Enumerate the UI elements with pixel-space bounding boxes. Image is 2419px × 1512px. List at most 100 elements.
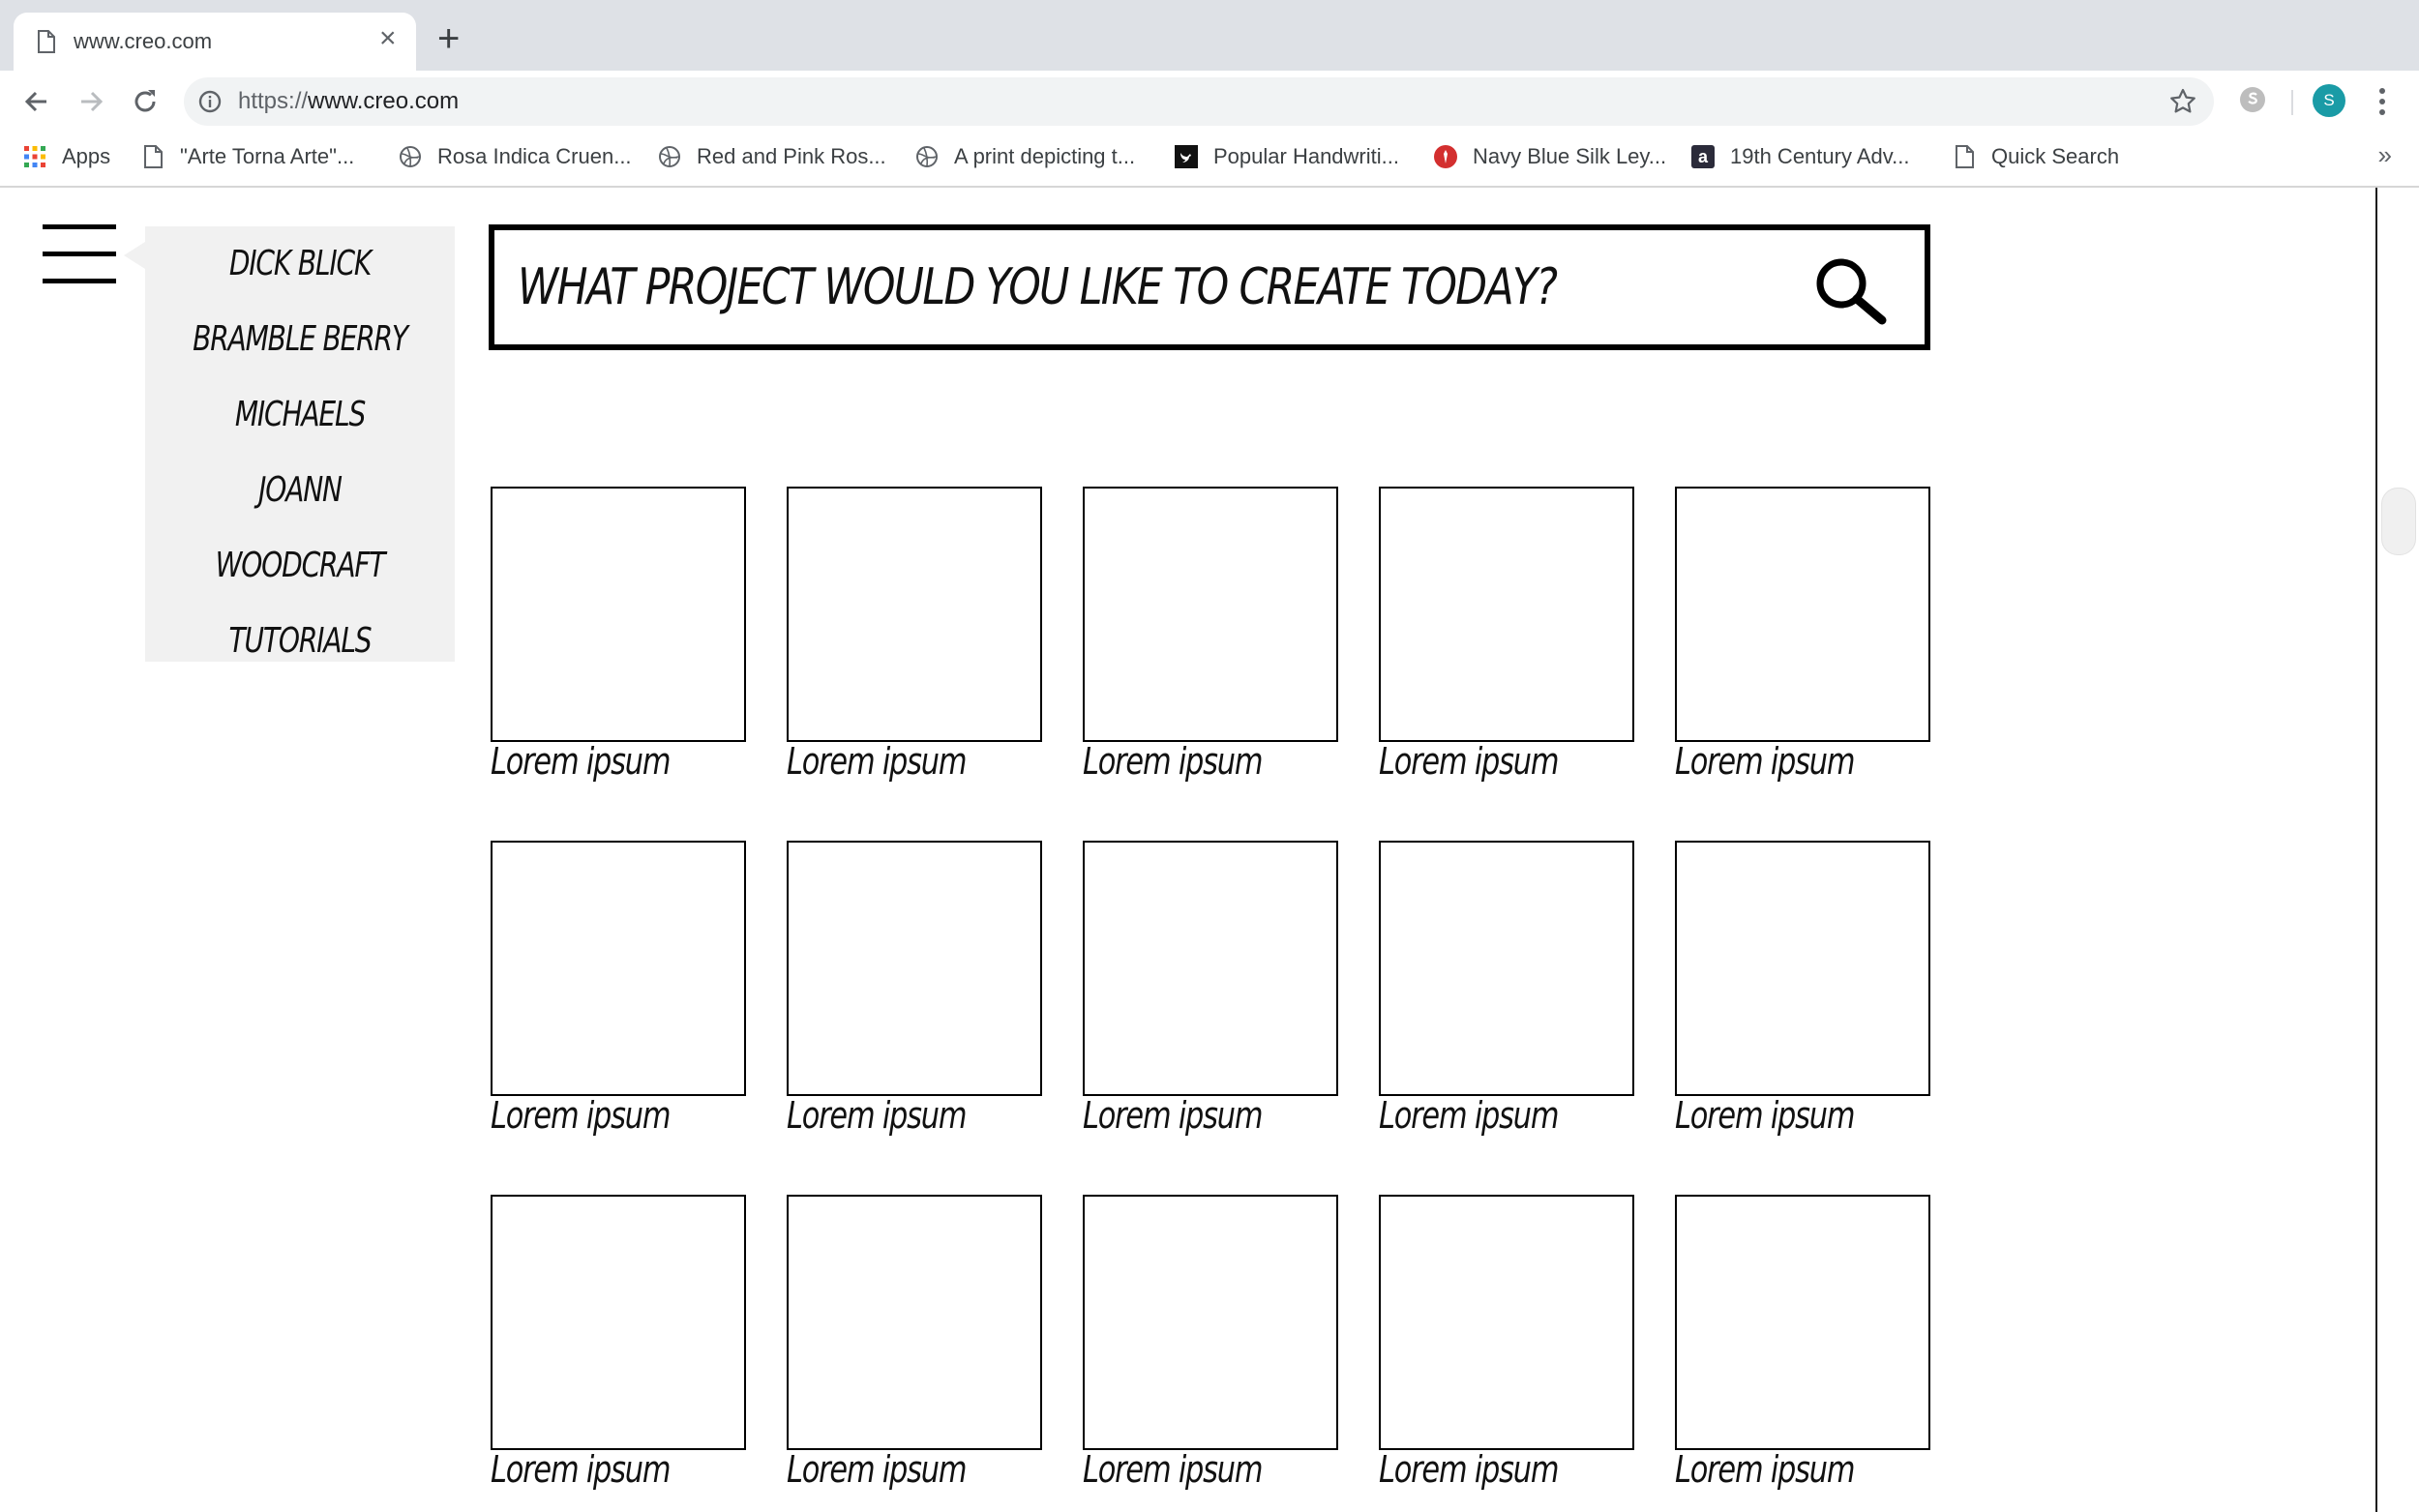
url-host: www.creo.com: [308, 88, 460, 114]
project-caption: Lorem ipsum: [1083, 1094, 1263, 1137]
globe-icon: [916, 146, 938, 167]
project-caption: Lorem ipsum: [491, 1094, 671, 1137]
search-icon[interactable]: [1812, 255, 1890, 325]
bookmark-label: A print depicting t...: [954, 144, 1136, 168]
bookmark-rosa-indica[interactable]: Rosa Indica Cruen...: [399, 142, 632, 171]
address-bar[interactable]: https://www.creo.com: [184, 77, 2214, 126]
bookmark-red-and-pink[interactable]: Red and Pink Ros...: [658, 142, 886, 171]
bookmark-popular-handwriting[interactable]: Popular Handwriti...: [1175, 142, 1399, 171]
search-input[interactable]: WHAT PROJECT WOULD YOU LIKE TO CREATE TO…: [518, 230, 1558, 344]
project-thumbnail[interactable]: [1083, 1195, 1338, 1450]
project-card[interactable]: Lorem ipsum: [1083, 1195, 1338, 1490]
forward-arrow-icon[interactable]: [74, 84, 108, 119]
bookmark-label: Rosa Indica Cruen...: [437, 144, 632, 168]
bookmark-navy-blue-silk[interactable]: Navy Blue Silk Ley...: [1434, 142, 1666, 171]
tab-close-icon[interactable]: ×: [379, 24, 397, 53]
skype-extension-icon[interactable]: [2237, 84, 2268, 115]
project-thumbnail[interactable]: [1083, 487, 1338, 742]
menu-item-woodcraft[interactable]: WOODCRAFT: [179, 528, 421, 604]
search-box[interactable]: WHAT PROJECT WOULD YOU LIKE TO CREATE TO…: [489, 224, 1930, 350]
page-icon: [38, 30, 55, 53]
project-thumbnail[interactable]: [1379, 487, 1634, 742]
project-thumbnail[interactable]: [491, 487, 746, 742]
project-thumbnail[interactable]: [491, 1195, 746, 1450]
star-icon[interactable]: [2169, 88, 2196, 115]
project-caption: Lorem ipsum: [1379, 1094, 1559, 1137]
new-tab-button[interactable]: +: [437, 19, 460, 58]
project-card[interactable]: Lorem ipsum: [787, 1195, 1042, 1490]
menu-item-joann[interactable]: JOANN: [179, 453, 421, 528]
bookmark-label: "Arte Torna Arte"...: [180, 144, 355, 168]
bookmark-label: 19th Century Adv...: [1730, 144, 1910, 168]
bookmark-label: Apps: [62, 144, 111, 168]
bookmarks-bar: Apps "Arte Torna Arte"... Rosa Indica Cr…: [0, 133, 2419, 188]
info-icon[interactable]: [197, 89, 223, 114]
project-card[interactable]: Lorem ipsum: [787, 487, 1042, 782]
bird-icon: [1175, 145, 1198, 168]
project-card[interactable]: Lorem ipsum: [1675, 487, 1930, 782]
menu-item-dick-blick[interactable]: DICK BLICK: [179, 226, 421, 302]
browser-tab[interactable]: www.creo.com ×: [14, 13, 416, 71]
project-thumbnail[interactable]: [1675, 841, 1930, 1096]
bookmark-19th-century[interactable]: a 19th Century Adv...: [1691, 142, 1909, 171]
project-caption: Lorem ipsum: [1083, 1448, 1263, 1491]
browser-toolbar: https://www.creo.com S: [0, 71, 2419, 133]
letter-a-icon: a: [1691, 145, 1715, 168]
project-caption: Lorem ipsum: [1379, 1448, 1559, 1491]
back-arrow-icon[interactable]: [19, 84, 54, 119]
red-circle-icon: [1434, 145, 1457, 168]
project-card[interactable]: Lorem ipsum: [787, 841, 1042, 1136]
project-thumbnail[interactable]: [1083, 841, 1338, 1096]
project-card[interactable]: Lorem ipsum: [1379, 841, 1634, 1136]
browser-menu-icon[interactable]: [2373, 84, 2392, 119]
project-card[interactable]: Lorem ipsum: [491, 487, 746, 782]
project-thumbnail[interactable]: [1379, 1195, 1634, 1450]
project-caption: Lorem ipsum: [1675, 1448, 1855, 1491]
project-thumbnail[interactable]: [787, 487, 1042, 742]
project-caption: Lorem ipsum: [491, 740, 671, 783]
project-caption: Lorem ipsum: [787, 1448, 967, 1491]
project-card[interactable]: Lorem ipsum: [491, 1195, 746, 1490]
bookmark-a-print-depicting[interactable]: A print depicting t...: [915, 142, 1135, 171]
bookmark-label: Popular Handwriti...: [1213, 144, 1399, 168]
menu-item-bramble-berry[interactable]: BRAMBLE BERRY: [179, 302, 421, 377]
project-caption: Lorem ipsum: [1083, 740, 1263, 783]
project-thumbnail[interactable]: [1675, 487, 1930, 742]
menu-item-michaels[interactable]: MICHAELS: [179, 377, 421, 453]
tab-strip: www.creo.com × +: [0, 0, 2419, 71]
page-icon: [144, 145, 163, 168]
project-thumbnail[interactable]: [787, 1195, 1042, 1450]
project-card[interactable]: Lorem ipsum: [1083, 841, 1338, 1136]
profile-avatar[interactable]: S: [2313, 84, 2345, 117]
project-thumbnail[interactable]: [787, 841, 1042, 1096]
globe-icon: [659, 146, 680, 167]
bookmark-quick-search[interactable]: Quick Search: [1953, 142, 2119, 171]
bookmark-label: Quick Search: [1991, 144, 2120, 168]
hamburger-menu-icon[interactable]: [43, 224, 116, 284]
page-content: DICK BLICK BRAMBLE BERRY MICHAELS JOANN …: [0, 188, 2375, 1512]
project-caption: Lorem ipsum: [491, 1448, 671, 1491]
menu-item-tutorials[interactable]: TUTORIALS: [179, 604, 421, 679]
bookmark-apps[interactable]: Apps: [23, 142, 110, 171]
project-card[interactable]: Lorem ipsum: [491, 841, 746, 1136]
project-card[interactable]: Lorem ipsum: [1675, 1195, 1930, 1490]
side-menu: DICK BLICK BRAMBLE BERRY MICHAELS JOANN …: [145, 226, 455, 662]
project-card[interactable]: Lorem ipsum: [1379, 1195, 1634, 1490]
page-scrollbar[interactable]: [2375, 188, 2419, 1512]
project-caption: Lorem ipsum: [1675, 1094, 1855, 1137]
bookmark-arte-torna-arte[interactable]: "Arte Torna Arte"...: [141, 142, 354, 171]
reload-icon[interactable]: [128, 84, 163, 119]
url-scheme: https://: [238, 88, 309, 114]
bookmark-label: Navy Blue Silk Ley...: [1473, 144, 1667, 168]
project-thumbnail[interactable]: [491, 841, 746, 1096]
project-card[interactable]: Lorem ipsum: [1083, 487, 1338, 782]
menu-pointer: [124, 242, 145, 269]
project-card[interactable]: Lorem ipsum: [1675, 841, 1930, 1136]
scrollbar-thumb[interactable]: [2381, 488, 2416, 555]
tab-title: www.creo.com: [74, 29, 213, 53]
project-thumbnail[interactable]: [1675, 1195, 1930, 1450]
bookmarks-overflow-icon[interactable]: »: [2378, 140, 2392, 170]
project-card[interactable]: Lorem ipsum: [1379, 487, 1634, 782]
project-caption: Lorem ipsum: [1675, 740, 1855, 783]
project-thumbnail[interactable]: [1379, 841, 1634, 1096]
